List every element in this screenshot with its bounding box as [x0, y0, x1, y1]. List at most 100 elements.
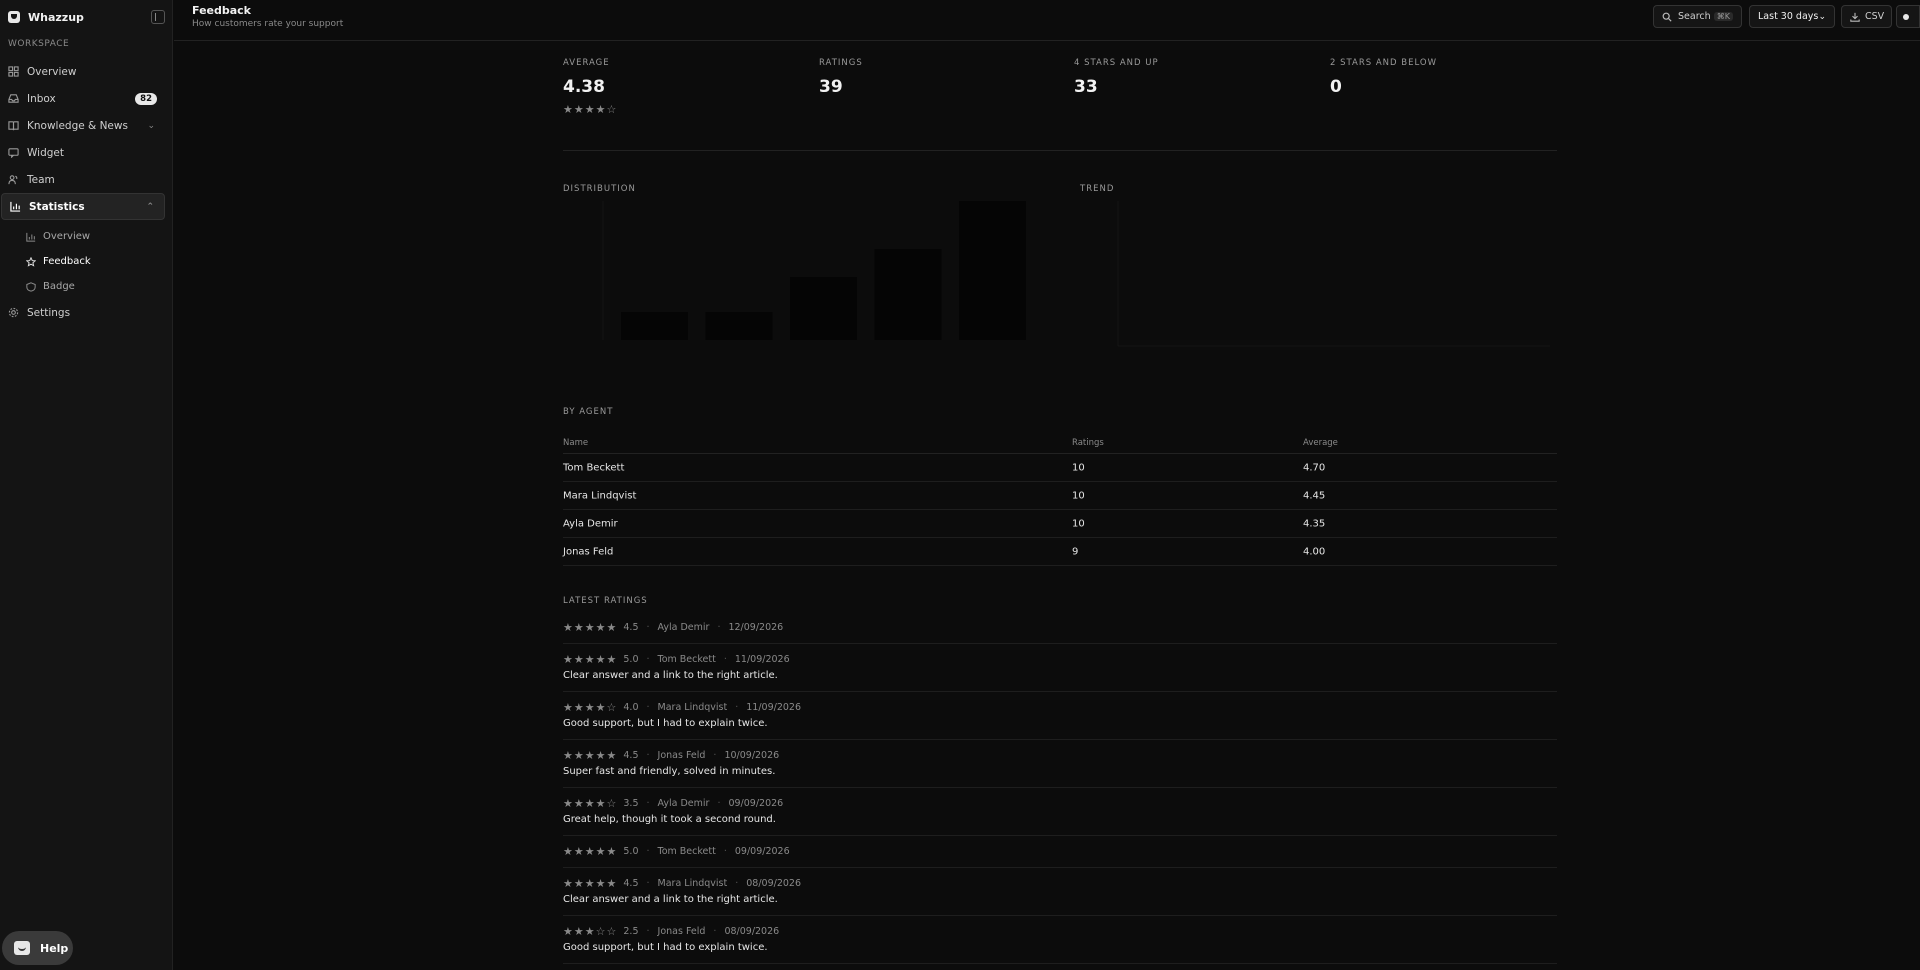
star-icon: ★	[563, 652, 574, 666]
workspace-label: WORKSPACE	[8, 39, 70, 49]
agent-ratings: 9	[1072, 546, 1079, 557]
table-row[interactable]: Mara Lindqvist 10 4.45	[563, 482, 1557, 510]
stat-value: 0	[1330, 77, 1342, 97]
rating-stars: ★★★★★	[563, 653, 617, 666]
star-icon: ★	[606, 620, 618, 634]
column-header-name[interactable]: Name	[563, 438, 588, 448]
rating-comment: Great help, though it took a second roun…	[563, 814, 776, 825]
stat-average: AVERAGE 4.38 ★★★★☆	[563, 58, 763, 116]
sidebar-item-overview[interactable]: Overview	[0, 58, 165, 85]
agent-name: Tom Beckett	[563, 462, 625, 473]
agent-average: 4.45	[1303, 490, 1326, 501]
sidebar-item-team[interactable]: Team	[0, 166, 165, 193]
star-icon: ★	[606, 844, 618, 858]
separator: ·	[646, 701, 650, 713]
sidebar-item-inbox[interactable]: Inbox 82	[0, 85, 165, 112]
distribution-chart-svg	[602, 200, 1026, 340]
table-row[interactable]: Tom Beckett 10 4.70	[563, 454, 1557, 482]
list-item[interactable]: ★★★★★ 4.5 · Mara Lindqvist · 08/09/2026 Clear …	[563, 868, 1557, 916]
list-item[interactable]: ★★★★★ 5.0 · Tom Beckett · 11/09/2026 Clear ans…	[563, 644, 1557, 692]
date-range-value: Last 30 days	[1758, 11, 1819, 22]
separator: ·	[723, 653, 727, 665]
star-icon: ★	[573, 844, 585, 858]
rating-score: 5.0	[623, 845, 639, 857]
trend-label: TREND	[1080, 184, 1115, 194]
search-button[interactable]: Search ⌘K	[1653, 5, 1742, 28]
sidebar-item-widget[interactable]: Widget	[0, 139, 165, 166]
table-row[interactable]: Ayla Demir 10 4.35	[563, 510, 1557, 538]
sidebar-item-label: Overview	[27, 65, 77, 78]
average-stars: ★★★★☆	[563, 103, 763, 116]
list-item[interactable]: ★★★★☆ 4.0 · Mara Lindqvist · 11/09/2026 Good s…	[563, 692, 1557, 740]
table-row[interactable]: Jonas Feld 9 4.00	[563, 538, 1557, 566]
agent-name: Mara Lindqvist	[563, 490, 637, 501]
sidebar-item-knowledge[interactable]: Knowledge & News ⌄	[0, 112, 165, 139]
help-button[interactable]: Help	[2, 931, 73, 965]
list-item[interactable]: ★★★☆☆ 2.5 · Jonas Feld · 08/09/2026 Good suppo…	[563, 916, 1557, 964]
csv-export-button[interactable]: CSV	[1841, 5, 1892, 28]
list-item[interactable]: ★★★★★ 4.5 · Ayla Demir · 12/09/2026	[563, 612, 1557, 644]
star-icon	[26, 256, 36, 267]
star-icon: ★	[584, 103, 596, 116]
distribution-bar[interactable]	[621, 312, 688, 340]
star-outline-icon: ☆	[595, 924, 607, 938]
list-item[interactable]: ★★★★★ 5.0 · Tom Beckett · 09/09/2026	[563, 836, 1557, 868]
rating-date: 08/09/2026	[724, 925, 780, 937]
column-header-ratings[interactable]: Ratings	[1072, 438, 1104, 448]
users-icon	[8, 174, 19, 185]
sidebar-item-statistics[interactable]: Statistics ⌃	[1, 193, 165, 220]
bar-chart-icon	[10, 201, 21, 212]
sidebar-collapse-icon[interactable]	[151, 10, 165, 24]
star-icon: ★	[573, 103, 585, 116]
rating-date: 11/09/2026	[734, 653, 790, 665]
latest-ratings-list: ★★★★★ 4.5 · Ayla Demir · 12/09/2026 ★★★★★ 5.0 · T…	[563, 612, 1557, 964]
rating-meta: ★★★☆☆ 2.5 · Jonas Feld · 08/09/2026	[563, 922, 1557, 940]
search-label: Search	[1678, 11, 1711, 22]
rating-date: 09/09/2026	[728, 797, 784, 809]
star-outline-icon: ☆	[606, 700, 618, 714]
rating-agent: Tom Beckett	[657, 845, 716, 857]
distribution-bar[interactable]	[959, 200, 1026, 340]
distribution-bar[interactable]	[790, 277, 857, 340]
avatar[interactable]	[1896, 5, 1920, 28]
chevron-up-icon[interactable]: ⌃	[146, 202, 154, 212]
bar-chart-icon	[26, 232, 36, 242]
star-icon: ★	[563, 796, 574, 810]
star-icon: ★	[584, 844, 596, 858]
agent-average: 4.00	[1303, 546, 1326, 557]
star-icon: ★	[584, 620, 596, 634]
rating-stars: ★★★★☆	[563, 797, 617, 810]
sidebar-subitem-overview[interactable]: Overview	[0, 224, 173, 249]
rating-date: 09/09/2026	[734, 845, 790, 857]
rating-score: 3.5	[623, 797, 639, 809]
rating-agent: Ayla Demir	[657, 797, 710, 809]
column-header-average[interactable]: Average	[1303, 438, 1338, 448]
separator: ·	[646, 797, 650, 809]
star-icon: ★	[584, 796, 596, 810]
sidebar-subitem-feedback[interactable]: Feedback	[0, 249, 173, 274]
list-item[interactable]: ★★★★★ 4.5 · Jonas Feld · 10/09/2026 Super fast…	[563, 740, 1557, 788]
distribution-bar[interactable]	[874, 249, 942, 340]
star-icon: ★	[573, 796, 585, 810]
chevron-down-icon[interactable]: ⌄	[147, 121, 155, 131]
separator: ·	[717, 621, 721, 633]
distribution-chart	[563, 200, 1033, 354]
date-range-select[interactable]: Last 30 days ⌄	[1749, 5, 1835, 28]
sidebar-item-label: Statistics	[29, 200, 85, 213]
sidebar-subitem-label: Overview	[43, 231, 91, 242]
page-title: Feedback	[192, 4, 251, 17]
sidebar-item-settings[interactable]: Settings	[0, 299, 165, 326]
separator: ·	[646, 621, 650, 633]
list-item[interactable]: ★★★★☆ 3.5 · Ayla Demir · 09/09/2026 Great help…	[563, 788, 1557, 836]
latest-ratings-label: LATEST RATINGS	[563, 596, 648, 606]
rating-agent: Mara Lindqvist	[657, 701, 728, 713]
rating-agent: Tom Beckett	[657, 653, 716, 665]
star-icon: ★	[573, 924, 585, 938]
table-header: Name Ratings Average	[563, 432, 1557, 454]
star-icon: ★	[563, 748, 574, 762]
distribution-bar[interactable]	[705, 312, 773, 340]
csv-label: CSV	[1865, 11, 1885, 22]
rating-agent: Ayla Demir	[657, 621, 710, 633]
sidebar-subitem-badge[interactable]: Badge	[0, 274, 173, 299]
agent-ratings: 10	[1072, 490, 1085, 501]
